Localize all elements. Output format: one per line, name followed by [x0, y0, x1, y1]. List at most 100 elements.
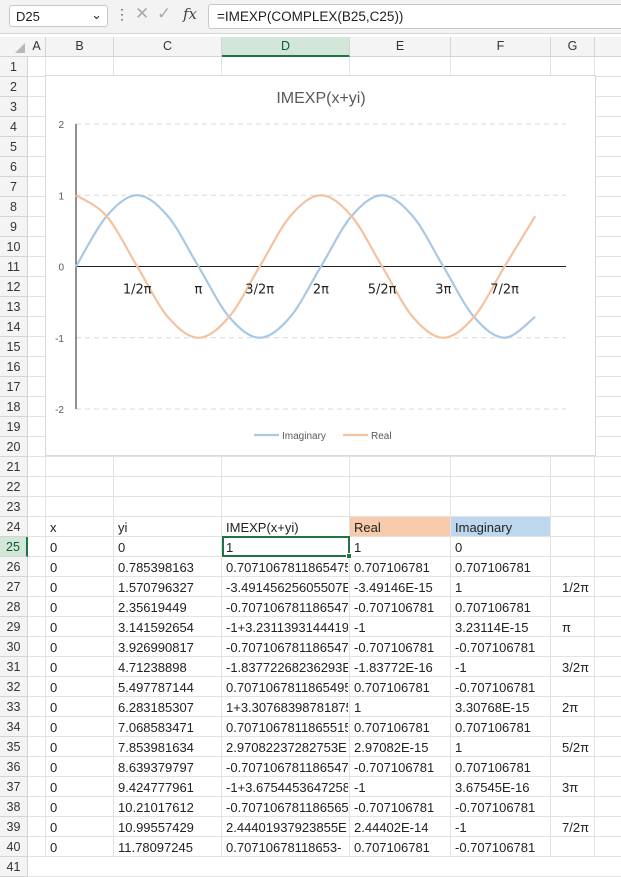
- cell-imexp[interactable]: -0.70710678118654752: [222, 637, 348, 657]
- cell-label[interactable]: [551, 637, 593, 657]
- row-header-6[interactable]: 6: [0, 157, 28, 177]
- cell-x[interactable]: 0: [46, 597, 112, 617]
- row-header-28[interactable]: 28: [0, 597, 28, 617]
- check-icon[interactable]: ✓: [157, 4, 171, 24]
- x-icon[interactable]: ✕: [135, 4, 149, 24]
- cell-imaginary[interactable]: -0.707106781: [451, 637, 549, 657]
- cell-real[interactable]: 2.97082E-15: [350, 737, 449, 757]
- cell-real[interactable]: -1: [350, 777, 449, 797]
- row-header-29[interactable]: 29: [0, 617, 28, 637]
- row-header-14[interactable]: 14: [0, 317, 28, 337]
- row-header-41[interactable]: 41: [0, 857, 28, 877]
- row-header-34[interactable]: 34: [0, 717, 28, 737]
- cell-yi[interactable]: 2.35619449: [114, 597, 220, 617]
- cell-imaginary[interactable]: 0.707106781: [451, 597, 549, 617]
- cell-real[interactable]: 0.707106781: [350, 717, 449, 737]
- row-header-15[interactable]: 15: [0, 337, 28, 357]
- cell-imexp[interactable]: 2.44401937923855E: [222, 817, 348, 837]
- row-header-26[interactable]: 26: [0, 557, 28, 577]
- cell-real[interactable]: 0.707106781: [350, 677, 449, 697]
- row-header-12[interactable]: 12: [0, 277, 28, 297]
- header-yi[interactable]: yi: [114, 517, 221, 536]
- cell-yi[interactable]: 5.497787144: [114, 677, 220, 697]
- header-x[interactable]: x: [46, 517, 113, 536]
- cell-imaginary[interactable]: 0.707106781: [451, 557, 549, 577]
- cell-real[interactable]: -1.83772E-16: [350, 657, 449, 677]
- cell-imaginary[interactable]: 1: [451, 737, 549, 757]
- column-header-a[interactable]: A: [28, 37, 46, 56]
- cell-real[interactable]: 0.707106781: [350, 837, 449, 857]
- column-header-b[interactable]: B: [46, 37, 114, 56]
- row-header-25[interactable]: 25: [0, 537, 28, 557]
- cell-imaginary[interactable]: 0.707106781: [451, 717, 549, 737]
- row-header-4[interactable]: 4: [0, 117, 28, 137]
- cell-yi[interactable]: 3.926990817: [114, 637, 220, 657]
- column-header-g[interactable]: G: [551, 37, 595, 56]
- active-cell-border[interactable]: [222, 536, 350, 557]
- column-header-d[interactable]: D: [222, 37, 350, 57]
- cell-real[interactable]: -0.707106781: [350, 597, 449, 617]
- cell-x[interactable]: 0: [46, 617, 112, 637]
- cell-imaginary[interactable]: -1: [451, 817, 549, 837]
- cell-x[interactable]: 0: [46, 557, 112, 577]
- row-header-38[interactable]: 38: [0, 797, 28, 817]
- row-header-27[interactable]: 27: [0, 577, 28, 597]
- cell-imaginary[interactable]: 3.67545E-16: [451, 777, 549, 797]
- column-header-c[interactable]: C: [114, 37, 222, 56]
- cell-imexp[interactable]: 0.70710678118654952: [222, 677, 348, 697]
- cell-label[interactable]: [551, 597, 593, 617]
- cell-imaginary[interactable]: -0.707106781: [451, 677, 549, 697]
- cell-label[interactable]: [551, 717, 593, 737]
- cell-real[interactable]: -0.707106781: [350, 637, 449, 657]
- cell-imaginary[interactable]: 0: [451, 537, 549, 557]
- cell-yi[interactable]: 1.570796327: [114, 577, 220, 597]
- cell-x[interactable]: 0: [46, 717, 112, 737]
- cell-imexp[interactable]: 1+3.30768398781875: [222, 697, 348, 717]
- row-header-9[interactable]: 9: [0, 217, 28, 237]
- row-header-30[interactable]: 30: [0, 637, 28, 657]
- cell-real[interactable]: 1: [350, 697, 449, 717]
- row-header-39[interactable]: 39: [0, 817, 28, 837]
- row-header-35[interactable]: 35: [0, 737, 28, 757]
- cell-label[interactable]: [551, 677, 593, 697]
- cell-x[interactable]: 0: [46, 777, 112, 797]
- row-header-22[interactable]: 22: [0, 477, 28, 497]
- cell-imaginary[interactable]: 1: [451, 577, 549, 597]
- header-imaginary[interactable]: Imaginary: [451, 517, 550, 536]
- cell-x[interactable]: 0: [46, 637, 112, 657]
- name-box[interactable]: D25 ⌄: [9, 5, 108, 27]
- cell-yi[interactable]: 7.068583471: [114, 717, 220, 737]
- row-header-8[interactable]: 8: [0, 197, 28, 217]
- row-header-13[interactable]: 13: [0, 297, 28, 317]
- cell-real[interactable]: -0.707106781: [350, 757, 449, 777]
- cell-x[interactable]: 0: [46, 677, 112, 697]
- cell-label[interactable]: 2π: [551, 697, 593, 717]
- row-header-2[interactable]: 2: [0, 77, 28, 97]
- column-header-f[interactable]: F: [451, 37, 551, 56]
- cell-yi[interactable]: 0: [114, 537, 220, 557]
- cell-label[interactable]: 7/2π: [551, 817, 593, 837]
- cell-real[interactable]: -1: [350, 617, 449, 637]
- cell-real[interactable]: -3.49146E-15: [350, 577, 449, 597]
- row-header-32[interactable]: 32: [0, 677, 28, 697]
- cell-imexp[interactable]: -1+3.67544536472586: [222, 777, 348, 797]
- cell-imexp[interactable]: 2.97082237282753E: [222, 737, 348, 757]
- cell-yi[interactable]: 10.21017612: [114, 797, 220, 817]
- cell-yi[interactable]: 0.785398163: [114, 557, 220, 577]
- row-header-20[interactable]: 20: [0, 437, 28, 457]
- row-header-5[interactable]: 5: [0, 137, 28, 157]
- cell-x[interactable]: 0: [46, 837, 112, 857]
- cell-yi[interactable]: 10.99557429: [114, 817, 220, 837]
- header-imexp[interactable]: IMEXP(x+yi): [222, 517, 349, 536]
- row-header-31[interactable]: 31: [0, 657, 28, 677]
- header-real[interactable]: Real: [350, 517, 450, 536]
- cell-label[interactable]: 3/2π: [551, 657, 593, 677]
- cell-x[interactable]: 0: [46, 757, 112, 777]
- cell-imaginary[interactable]: 3.30768E-15: [451, 697, 549, 717]
- cell-x[interactable]: 0: [46, 817, 112, 837]
- more-options-icon[interactable]: ⋮: [115, 6, 129, 23]
- cell-imexp[interactable]: 0.70710678118654752: [222, 557, 348, 577]
- cell-label[interactable]: 3π: [551, 777, 593, 797]
- row-header-17[interactable]: 17: [0, 377, 28, 397]
- row-header-37[interactable]: 37: [0, 777, 28, 797]
